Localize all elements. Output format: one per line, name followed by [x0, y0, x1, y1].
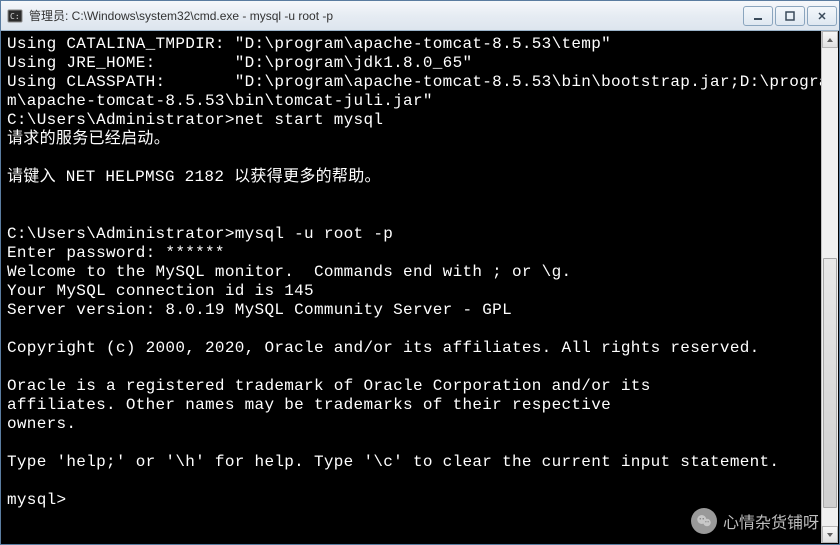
terminal-line	[7, 206, 833, 225]
terminal-line: Using CLASSPATH: "D:\program\apache-tomc…	[7, 73, 833, 111]
terminal-line: Welcome to the MySQL monitor. Commands e…	[7, 263, 833, 282]
terminal-line: Server version: 8.0.19 MySQL Community S…	[7, 301, 833, 320]
terminal-line: 请键入 NET HELPMSG 2182 以获得更多的帮助。	[7, 168, 833, 187]
maximize-button[interactable]	[775, 6, 805, 26]
scroll-thumb[interactable]	[823, 258, 837, 508]
terminal-line	[7, 472, 833, 491]
svg-text:C:: C:	[10, 12, 20, 21]
titlebar[interactable]: C: 管理员: C:\Windows\system32\cmd.exe - my…	[1, 1, 839, 31]
terminal-output[interactable]: Using CATALINA_TMPDIR: "D:\program\apach…	[1, 31, 839, 544]
scroll-track[interactable]	[822, 48, 838, 526]
terminal-line: C:\Users\Administrator>net start mysql	[7, 111, 833, 130]
vertical-scrollbar[interactable]	[821, 31, 838, 543]
terminal-line: Your MySQL connection id is 145	[7, 282, 833, 301]
cmd-icon: C:	[7, 8, 23, 24]
terminal-line	[7, 187, 833, 206]
scroll-up-button[interactable]	[822, 31, 838, 48]
scroll-down-button[interactable]	[822, 526, 838, 543]
terminal-line: Enter password: ******	[7, 244, 833, 263]
terminal-line: Type 'help;' or '\h' for help. Type '\c'…	[7, 453, 833, 472]
window-controls	[743, 6, 837, 26]
terminal-line: owners.	[7, 415, 833, 434]
close-button[interactable]	[807, 6, 837, 26]
terminal-line: C:\Users\Administrator>mysql -u root -p	[7, 225, 833, 244]
terminal-line	[7, 149, 833, 168]
minimize-button[interactable]	[743, 6, 773, 26]
terminal-line	[7, 358, 833, 377]
terminal-line	[7, 320, 833, 339]
terminal-line: Copyright (c) 2000, 2020, Oracle and/or …	[7, 339, 833, 358]
terminal-line: Using JRE_HOME: "D:\program\jdk1.8.0_65"	[7, 54, 833, 73]
terminal-line: mysql>	[7, 491, 833, 510]
terminal-line: affiliates. Other names may be trademark…	[7, 396, 833, 415]
terminal-line: Using CATALINA_TMPDIR: "D:\program\apach…	[7, 35, 833, 54]
terminal-line: Oracle is a registered trademark of Orac…	[7, 377, 833, 396]
cmd-window: C: 管理员: C:\Windows\system32\cmd.exe - my…	[0, 0, 840, 545]
terminal-line: 请求的服务已经启动。	[7, 130, 833, 149]
window-title: 管理员: C:\Windows\system32\cmd.exe - mysql…	[29, 7, 333, 24]
terminal-line	[7, 434, 833, 453]
